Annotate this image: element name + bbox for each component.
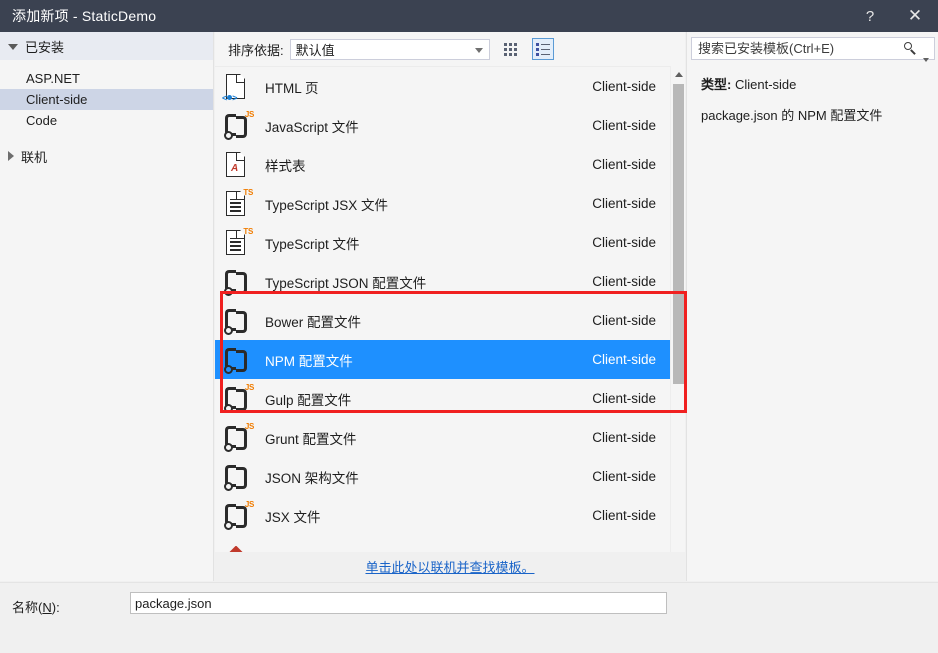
online-group-label: 联机	[21, 149, 48, 165]
chevron-up-icon	[674, 71, 683, 77]
sort-dropdown[interactable]: 默认值	[289, 38, 490, 60]
template-type: Client-side	[592, 274, 656, 289]
search-input[interactable]	[692, 40, 900, 57]
html-file-icon: < >	[222, 72, 252, 103]
json-config-file-icon	[222, 462, 252, 492]
table-row[interactable]: JSON 架构文件 Client-side	[215, 457, 670, 496]
javascript-file-icon: JS	[222, 383, 254, 414]
template-description: package.json 的 NPM 配置文件	[701, 108, 883, 123]
scrollbar-thumb[interactable]	[673, 84, 684, 384]
template-name: HTML 页	[265, 80, 319, 96]
json-config-file-icon	[222, 267, 252, 297]
chevron-down-icon	[474, 47, 483, 53]
template-details: 类型: Client-side package.json 的 NPM 配置文件	[701, 74, 929, 124]
installed-group-header[interactable]: 已安装	[0, 32, 213, 60]
name-field-label: 名称(N):	[12, 600, 60, 615]
online-templates-link-strip: 单击此处以联机并查找模板。	[215, 552, 685, 581]
list-view-icon	[535, 43, 550, 56]
template-name: NPM 配置文件	[265, 353, 353, 369]
template-type: Client-side	[592, 352, 656, 367]
scroll-up-button[interactable]	[671, 66, 686, 82]
table-row[interactable]: JS JSX 文件 Client-side	[215, 496, 670, 535]
online-group-header[interactable]: 联机	[0, 145, 213, 167]
installed-group-label: 已安装	[25, 39, 65, 55]
title-bar-buttons: ? ✕	[848, 0, 938, 32]
list-view-button[interactable]	[531, 38, 554, 60]
table-row[interactable]: JS Gulp 配置文件 Client-side	[215, 379, 670, 418]
close-icon[interactable]: ✕	[892, 0, 938, 32]
javascript-file-icon: JS	[222, 422, 254, 453]
sidebar-item-client-side[interactable]: Client-side	[0, 89, 213, 110]
add-new-item-dialog: 添加新项 - StaticDemo ? ✕ 已安装 ASP.NET Client…	[0, 0, 938, 653]
grid-view-icon	[504, 42, 518, 56]
template-type: Client-side	[592, 157, 656, 172]
template-type: Client-side	[592, 196, 656, 211]
type-label: 类型:	[701, 77, 732, 92]
grid-view-button[interactable]	[500, 38, 522, 60]
template-type: Client-side	[592, 118, 656, 133]
templates-pane: 排序依据: 默认值 < > HTML 页 Client-side JS Java…	[215, 32, 685, 581]
title-bar: 添加新项 - StaticDemo ? ✕	[0, 0, 938, 32]
template-name: Bower 配置文件	[265, 314, 362, 330]
table-row[interactable]: JS JavaScript 文件 Client-side	[215, 106, 670, 145]
jsx-file-icon: JS	[222, 500, 254, 531]
template-list[interactable]: < > HTML 页 Client-side JS JavaScript 文件 C…	[215, 66, 685, 576]
chevron-down-icon	[8, 44, 18, 50]
sort-toolbar: 排序依据: 默认值	[215, 32, 685, 66]
template-type: Client-side	[592, 391, 656, 406]
sort-label: 排序依据:	[228, 42, 284, 58]
search-box[interactable]	[691, 37, 935, 62]
json-config-file-icon	[222, 345, 252, 375]
table-row[interactable]: TypeScript JSON 配置文件 Client-side	[215, 262, 670, 301]
template-type: Client-side	[592, 469, 656, 484]
search-icon	[900, 38, 922, 59]
javascript-file-icon: JS	[222, 110, 254, 141]
table-row[interactable]: TS TypeScript JSX 文件 Client-side	[215, 184, 670, 223]
type-value: Client-side	[734, 77, 797, 92]
window-title: 添加新项 - StaticDemo	[12, 8, 157, 24]
sidebar-item-aspnet[interactable]: ASP.NET	[0, 68, 213, 89]
template-name: JSON 架构文件	[265, 470, 359, 486]
template-name: TypeScript JSX 文件	[265, 197, 389, 213]
typescript-file-icon: TS	[222, 227, 253, 258]
categories-pane: 已安装 ASP.NET Client-side Code 联机	[0, 32, 214, 581]
template-type: Client-side	[592, 235, 656, 250]
json-config-file-icon	[222, 306, 252, 336]
table-row-selected[interactable]: NPM 配置文件 Client-side	[215, 340, 670, 379]
chevron-right-icon	[8, 151, 14, 161]
template-name: JavaScript 文件	[265, 119, 359, 135]
typescript-jsx-file-icon: TS	[222, 188, 253, 219]
template-list-scrollbar[interactable]	[670, 66, 685, 575]
template-name: Gulp 配置文件	[265, 392, 352, 408]
dialog-footer: 名称(N): 添加(A) 取消	[0, 582, 938, 653]
sidebar-item-code[interactable]: Code	[0, 110, 213, 131]
template-rows: < > HTML 页 Client-side JS JavaScript 文件 C…	[215, 67, 670, 574]
category-list: ASP.NET Client-side Code	[0, 68, 213, 131]
stylesheet-file-icon: A	[222, 150, 252, 180]
help-button[interactable]: ?	[848, 0, 892, 32]
template-type: Client-side	[592, 79, 656, 94]
template-type: Client-side	[592, 508, 656, 523]
template-type: Client-side	[592, 430, 656, 445]
table-row[interactable]: Bower 配置文件 Client-side	[215, 301, 670, 340]
table-row[interactable]: < > HTML 页 Client-side	[215, 67, 670, 106]
find-online-templates-link[interactable]: 单击此处以联机并查找模板。	[365, 557, 534, 576]
template-name: TypeScript JSON 配置文件	[265, 275, 427, 291]
sort-value: 默认值	[295, 42, 335, 58]
name-input[interactable]	[130, 592, 667, 614]
template-name: JSX 文件	[265, 509, 321, 525]
template-type: Client-side	[592, 313, 656, 328]
template-name: Grunt 配置文件	[265, 431, 357, 447]
table-row[interactable]: JS Grunt 配置文件 Client-side	[215, 418, 670, 457]
table-row[interactable]: A 样式表 Client-side	[215, 145, 670, 184]
details-pane: 类型: Client-side package.json 的 NPM 配置文件	[686, 32, 938, 581]
template-type-line: 类型: Client-side	[701, 74, 929, 93]
table-row[interactable]: TS TypeScript 文件 Client-side	[215, 223, 670, 262]
template-name: TypeScript 文件	[265, 236, 360, 252]
template-name: 样式表	[265, 158, 306, 174]
